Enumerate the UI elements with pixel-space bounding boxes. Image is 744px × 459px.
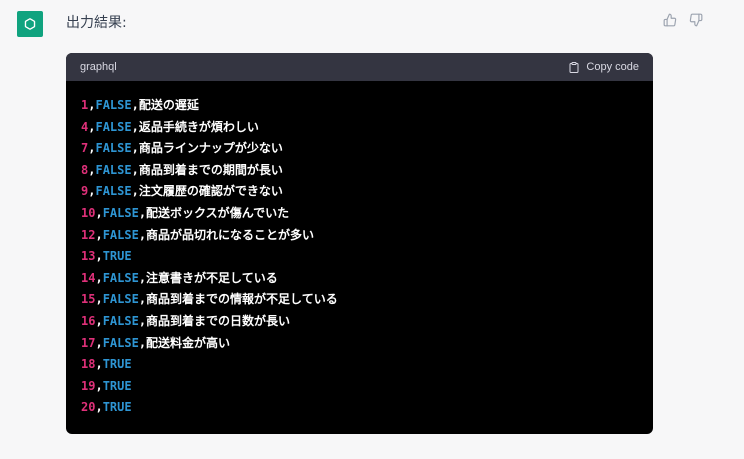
line-boolean: TRUE <box>102 249 132 264</box>
code-line: 14,FALSE,注意書きが不足している <box>81 270 278 285</box>
line-boolean: FALSE <box>102 227 139 242</box>
code-line: 8,FALSE,商品到着までの期間が長い <box>81 162 283 177</box>
line-number: 18 <box>81 357 96 372</box>
code-block: graphql Copy code 1,FALSE,配送の遅延 4,FALSE,… <box>66 53 653 434</box>
thumbs-up-button[interactable] <box>662 12 678 28</box>
line-boolean: FALSE <box>95 184 132 199</box>
line-boolean: FALSE <box>95 119 132 134</box>
code-line: 9,FALSE,注文履歴の確認ができない <box>81 184 283 199</box>
line-text: 商品到着までの期間が長い <box>138 162 283 177</box>
line-text: 返品手続きが煩わしい <box>138 119 259 134</box>
line-number: 10 <box>81 205 96 220</box>
code-line: 15,FALSE,商品到着までの情報が不足している <box>81 292 338 307</box>
line-text: 配送料金が高い <box>146 335 231 350</box>
line-number: 16 <box>81 313 96 328</box>
thumbs-down-icon <box>689 13 703 27</box>
message-intro-text: 出力結果: <box>66 15 127 31</box>
line-boolean: FALSE <box>95 162 132 177</box>
code-body: 1,FALSE,配送の遅延 4,FALSE,返品手続きが煩わしい 7,FALSE… <box>66 81 653 419</box>
line-boolean: FALSE <box>102 205 139 220</box>
line-number: 17 <box>81 335 96 350</box>
code-line: 16,FALSE,商品到着までの日数が長い <box>81 313 291 328</box>
code-line: 19,TRUE <box>81 378 132 393</box>
line-text: 商品ラインナップが少ない <box>138 141 283 156</box>
thumbs-up-icon <box>663 13 677 27</box>
line-text: 商品到着までの日数が長い <box>146 313 291 328</box>
line-text: 注文履歴の確認ができない <box>138 184 283 199</box>
line-text: 配送の遅延 <box>138 98 199 112</box>
line-number: 14 <box>81 270 96 285</box>
code-line: 12,FALSE,商品が品切れになることが多い <box>81 227 315 242</box>
line-boolean: TRUE <box>102 378 132 393</box>
clipboard-icon <box>569 61 579 73</box>
copy-code-label: Copy code <box>586 61 639 73</box>
line-boolean: FALSE <box>95 98 132 112</box>
line-boolean: FALSE <box>102 313 139 328</box>
line-text: 商品到着までの情報が不足している <box>146 292 338 307</box>
code-language-label: graphql <box>80 61 117 73</box>
line-text: 配送ボックスが傷んでいた <box>146 205 290 220</box>
line-boolean: FALSE <box>102 270 139 285</box>
code-line: 18,TRUE <box>81 357 132 372</box>
line-number: 13 <box>81 249 96 264</box>
code-line: 4,FALSE,返品手続きが煩わしい <box>81 119 259 134</box>
line-number: 19 <box>81 378 96 393</box>
openai-logo-icon <box>24 18 36 30</box>
line-text: 商品が品切れになることが多い <box>146 227 315 242</box>
line-number: 20 <box>81 400 96 415</box>
code-line: 17,FALSE,配送料金が高い <box>81 335 231 350</box>
assistant-avatar <box>17 11 43 37</box>
code-line: 1,FALSE,配送の遅延 <box>81 98 199 112</box>
line-number: 15 <box>81 292 96 307</box>
line-boolean: FALSE <box>102 292 139 307</box>
code-line: 10,FALSE,配送ボックスが傷んでいた <box>81 205 290 220</box>
line-boolean: TRUE <box>102 400 132 415</box>
code-line: 7,FALSE,商品ラインナップが少ない <box>81 141 283 156</box>
copy-code-button[interactable]: Copy code <box>568 61 639 74</box>
line-boolean: FALSE <box>102 335 139 350</box>
code-block-header: graphql Copy code <box>66 53 653 81</box>
line-number: 12 <box>81 227 96 242</box>
line-text: 注意書きが不足している <box>146 270 278 285</box>
line-boolean: FALSE <box>95 141 132 156</box>
code-line: 13,TRUE <box>81 249 132 264</box>
thumbs-down-button[interactable] <box>688 12 704 28</box>
code-line: 20,TRUE <box>81 400 132 415</box>
line-boolean: TRUE <box>102 357 132 372</box>
